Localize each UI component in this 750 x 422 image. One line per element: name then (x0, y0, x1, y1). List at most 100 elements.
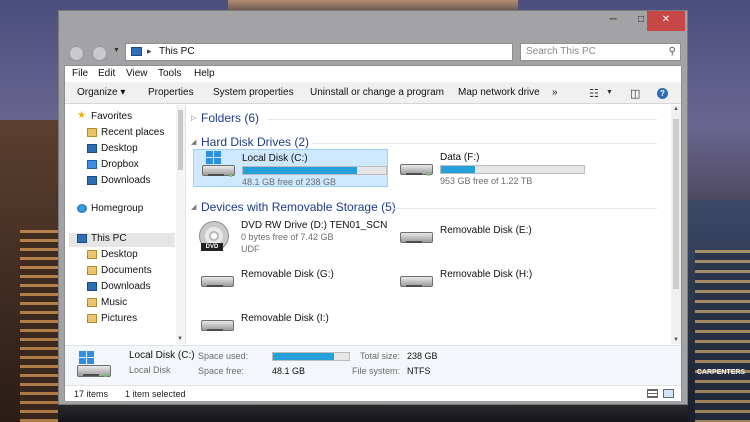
menu-file[interactable]: File (72, 68, 88, 79)
drive-tile-e[interactable]: Removable Disk (E:) (392, 217, 587, 255)
details-pane: Local Disk (C:) Local Disk Space used: S… (65, 345, 681, 385)
command-bar: Organize ▾ Properties System properties … (65, 82, 681, 104)
windows-logo-icon (79, 351, 95, 364)
nav-favorites[interactable]: ★ Favorites (77, 110, 173, 125)
pictures-folder-icon (87, 314, 97, 323)
group-divider (392, 208, 657, 209)
address-bar[interactable]: ▸ This PC ▾ ↻ (125, 43, 575, 61)
nav-dropbox[interactable]: Dropbox (87, 159, 173, 173)
scrollbar-thumb[interactable] (178, 110, 183, 170)
change-view-icon[interactable]: ☷ (589, 87, 599, 100)
group-removable-storage[interactable]: ◢ Devices with Removable Storage (5) (191, 200, 396, 214)
wallpaper-building-top (228, 0, 518, 10)
hard-drive-icon (400, 161, 433, 177)
windows-logo-icon (206, 151, 222, 164)
group-folders[interactable]: ▷ Folders (6) (191, 111, 259, 125)
nav-downloads[interactable]: Downloads (87, 175, 173, 189)
total-size-value: 238 GB (407, 351, 438, 361)
space-used-fill (273, 353, 334, 360)
drive-tile-h[interactable]: Removable Disk (H:) (392, 261, 587, 299)
navigation-scrollbar[interactable]: ▼ (176, 105, 185, 344)
drive-name: Removable Disk (G:) (241, 269, 334, 280)
menu-edit[interactable]: Edit (98, 68, 115, 79)
search-input[interactable]: Search This PC ⚲ (520, 43, 681, 61)
help-icon[interactable]: ? (657, 88, 668, 99)
nav-label: Favorites (91, 111, 133, 122)
group-label: Hard Disk Drives (2) (201, 135, 310, 149)
group-label: Devices with Removable Storage (5) (201, 200, 396, 214)
details-item-name: Local Disk (C:) (129, 350, 195, 361)
uninstall-program-button[interactable]: Uninstall or change a program (310, 87, 444, 98)
drive-usage-fill (243, 167, 358, 174)
nav-homegroup[interactable]: Homegroup (77, 203, 173, 217)
more-commands-icon[interactable]: » (552, 87, 558, 98)
title-bar[interactable]: ─ □ ✕ (59, 11, 687, 40)
nav-label: Desktop (101, 249, 138, 260)
group-hard-disk-drives[interactable]: ◢ Hard Disk Drives (2) (191, 135, 309, 149)
view-dropdown-icon[interactable]: ▼ (606, 89, 613, 96)
organize-button[interactable]: Organize ▾ (77, 87, 125, 98)
scroll-down-arrow-icon[interactable]: ▼ (177, 336, 183, 342)
drive-tile-c[interactable]: Local Disk (C:) 48.1 GB free of 238 GB (193, 149, 388, 187)
drive-free-space: 0 bytes free of 7.42 GB (241, 232, 334, 242)
menu-tools[interactable]: Tools (158, 68, 181, 79)
drive-name: Local Disk (C:) (242, 153, 308, 164)
computer-icon (77, 234, 87, 243)
drive-name: Removable Disk (I:) (241, 313, 329, 324)
recent-locations-chevron-icon[interactable]: ▼ (113, 47, 120, 54)
forward-button[interactable] (92, 46, 107, 61)
collapse-chevron-icon[interactable]: ◢ (191, 203, 201, 211)
expand-chevron-icon[interactable]: ▷ (191, 114, 201, 122)
nav-desktop[interactable]: Desktop (87, 143, 173, 157)
nav-this-pc[interactable]: This PC (69, 233, 175, 247)
nav-label: Documents (101, 265, 152, 276)
close-button[interactable]: ✕ (647, 11, 685, 31)
nav-documents[interactable]: Documents (87, 265, 173, 279)
group-divider (267, 119, 657, 120)
desktop-icon (87, 144, 97, 153)
nav-pc-downloads[interactable]: Downloads (87, 281, 173, 295)
downloads-icon (87, 282, 97, 291)
details-view-icon[interactable] (647, 389, 658, 398)
star-icon: ★ (77, 110, 86, 121)
collapse-chevron-icon[interactable]: ◢ (191, 138, 201, 146)
map-network-drive-button[interactable]: Map network drive (458, 87, 540, 98)
folder-icon (87, 250, 97, 259)
nav-pc-desktop[interactable]: Desktop (87, 249, 173, 263)
hard-drive-icon (77, 351, 113, 379)
menu-help[interactable]: Help (194, 68, 215, 79)
drive-name: Removable Disk (E:) (440, 225, 532, 236)
breadcrumb-location[interactable]: This PC (159, 46, 195, 57)
file-system-value: NTFS (407, 366, 431, 376)
nav-recent-places[interactable]: Recent places (87, 127, 173, 141)
nav-music[interactable]: Music (87, 297, 173, 311)
minimize-button[interactable]: ─ (599, 11, 627, 31)
breadcrumb-separator-icon[interactable]: ▸ (147, 46, 152, 57)
drive-tile-i[interactable]: Removable Disk (I:) (193, 305, 388, 343)
scrollbar-thumb[interactable] (673, 119, 679, 289)
dvd-badge: DVD (201, 243, 223, 251)
large-icons-view-icon[interactable] (663, 389, 674, 398)
drive-tile-f[interactable]: Data (F:) 953 GB free of 1.22 TB (392, 149, 587, 187)
file-system-label: File system: (352, 366, 401, 376)
group-divider (312, 143, 657, 144)
scroll-down-arrow-icon[interactable]: ▼ (673, 337, 679, 343)
properties-button[interactable]: Properties (148, 87, 194, 98)
drive-tile-d[interactable]: DVD DVD RW Drive (D:) TEN01_SCN 0 bytes … (193, 217, 388, 255)
recent-places-icon (87, 128, 97, 137)
drive-free-space: 953 GB free of 1.22 TB (440, 176, 533, 186)
content-scrollbar[interactable]: ▲ ▼ (671, 105, 681, 344)
group-label: Folders (6) (201, 111, 260, 125)
nav-label: Pictures (101, 313, 138, 324)
menu-view[interactable]: View (126, 68, 148, 79)
nav-pictures[interactable]: Pictures (87, 313, 173, 327)
wallpaper-street (58, 405, 688, 422)
removable-drive-icon (400, 229, 433, 245)
back-button[interactable] (69, 46, 84, 61)
drive-tile-g[interactable]: Removable Disk (G:) (193, 261, 388, 299)
search-icon: ⚲ (668, 46, 676, 57)
system-properties-button[interactable]: System properties (213, 87, 294, 98)
drive-free-space: 48.1 GB free of 238 GB (242, 177, 337, 187)
scroll-up-arrow-icon[interactable]: ▲ (673, 106, 679, 112)
preview-pane-icon[interactable]: ◫ (630, 87, 640, 100)
